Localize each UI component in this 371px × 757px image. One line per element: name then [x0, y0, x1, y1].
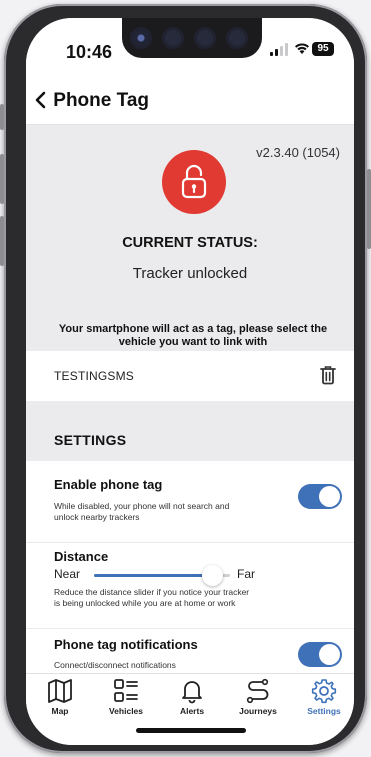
tab-label: Settings — [307, 706, 341, 716]
tab-bar: Map Vehicles Alerts Journeys Settings — [26, 673, 354, 745]
map-icon — [48, 679, 72, 703]
sensor-icon — [226, 27, 248, 49]
route-icon — [246, 678, 269, 704]
phone-side-button — [0, 104, 4, 130]
tab-settings[interactable]: Settings — [292, 678, 354, 716]
vehicle-name: TESTINGSMS — [54, 369, 135, 383]
notifications-toggle[interactable] — [298, 642, 342, 667]
bell-icon — [182, 681, 202, 704]
camera-icon — [130, 27, 152, 49]
status-bar: 10:46 95 — [26, 18, 354, 80]
trash-icon[interactable] — [320, 365, 336, 385]
lock-status-badge — [162, 150, 226, 214]
page-title: Phone Tag — [53, 90, 149, 111]
status-time: 10:46 — [66, 42, 113, 62]
tab-journeys[interactable]: Journeys — [226, 678, 290, 716]
dynamic-island — [122, 18, 262, 58]
tab-label: Map — [51, 706, 69, 716]
notifications-row: Phone tag notifications Connect/disconne… — [26, 629, 354, 673]
tab-vehicles[interactable]: Vehicles — [94, 678, 158, 716]
phone-frame: 10:46 95 Phone Tag v2.3.40 (1054) CURREN… — [0, 4, 371, 753]
sensor-icon — [162, 27, 184, 49]
tab-map[interactable]: Map — [28, 678, 92, 716]
distance-slider-thumb[interactable] — [201, 565, 223, 586]
settings-title: SETTINGS — [54, 432, 127, 448]
distance-slider-fill — [94, 574, 213, 577]
linked-vehicle-row[interactable]: TESTINGSMS — [26, 351, 354, 401]
enable-phone-tag-description: While disabled, your phone will not sear… — [54, 501, 230, 522]
tab-alerts[interactable]: Alerts — [160, 678, 224, 716]
distance-max-label: Far — [237, 567, 255, 581]
current-status-label: CURRENT STATUS: — [122, 235, 258, 251]
phone-side-button — [0, 216, 4, 266]
tab-label: Alerts — [179, 706, 205, 716]
list-icon — [114, 679, 138, 702]
notifications-description: Connect/disconnect notifications — [54, 660, 176, 670]
link-instruction: Your smartphone will act as a tag, pleas… — [58, 323, 328, 348]
gear-icon — [311, 679, 337, 704]
distance-slider[interactable] — [94, 565, 230, 586]
sensor-icon — [194, 27, 216, 49]
distance-title: Distance — [54, 549, 109, 564]
back-button[interactable]: Phone Tag — [34, 90, 149, 112]
phone-side-button — [0, 154, 4, 204]
enable-phone-tag-row: Enable phone tag While disabled, your ph… — [26, 461, 354, 542]
enable-phone-tag-title: Enable phone tag — [54, 477, 163, 492]
settings-section-header: SETTINGS — [26, 402, 354, 460]
tab-label: Journeys — [239, 706, 277, 716]
battery-indicator: 95 — [312, 42, 334, 56]
unlocked-padlock-icon — [181, 164, 207, 199]
status-panel: v2.3.40 (1054) CURRENT STATUS: Tracker u… — [26, 125, 354, 350]
home-indicator[interactable] — [136, 728, 246, 733]
wifi-icon — [295, 43, 309, 54]
distance-description: Reduce the distance slider if you notice… — [54, 587, 250, 608]
phone-side-button — [367, 169, 371, 249]
app-version: v2.3.40 (1054) — [256, 145, 340, 160]
phone-screen: 10:46 95 Phone Tag v2.3.40 (1054) CURREN… — [26, 18, 354, 745]
distance-row: Distance Near Far Reduce the distance sl… — [26, 543, 354, 628]
enable-phone-tag-toggle[interactable] — [298, 484, 342, 509]
current-status-value: Tracker unlocked — [132, 265, 248, 282]
tab-label: Vehicles — [108, 706, 144, 716]
distance-min-label: Near — [54, 567, 81, 581]
nav-header: Phone Tag — [26, 80, 354, 125]
notifications-title: Phone tag notifications — [54, 637, 198, 652]
chevron-left-icon — [35, 91, 46, 109]
